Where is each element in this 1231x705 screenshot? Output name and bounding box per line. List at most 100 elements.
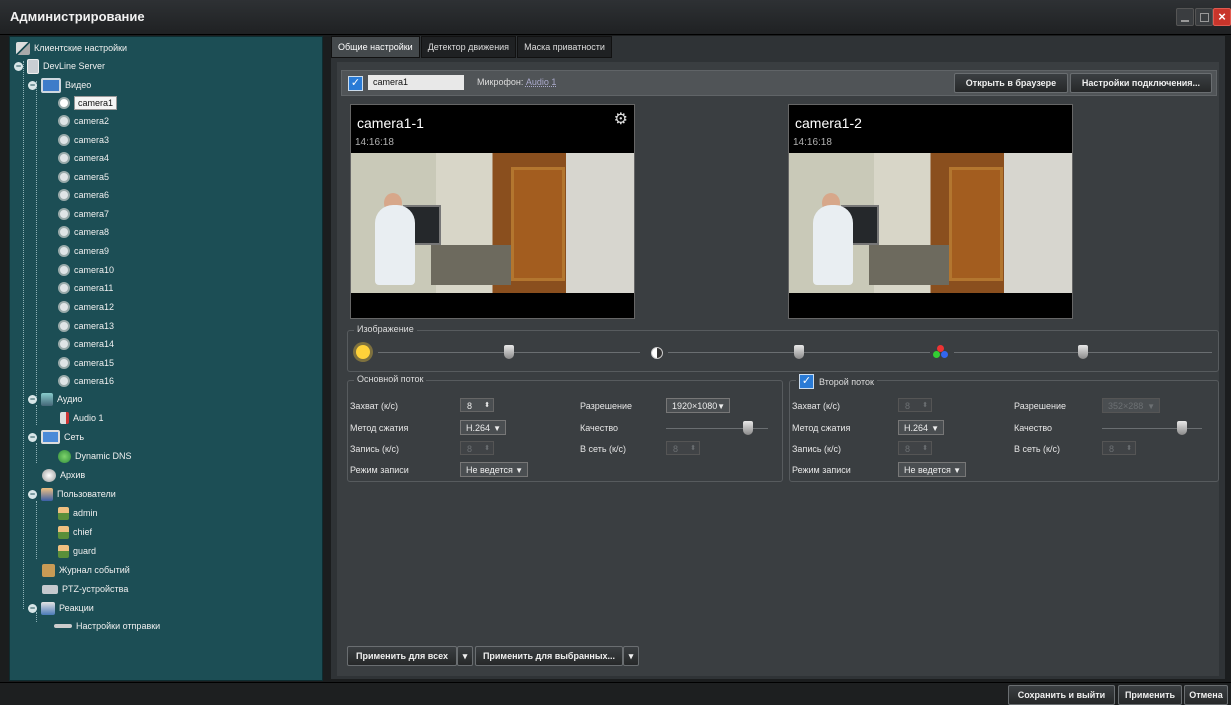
codec-dropdown[interactable]: H.264 ▼ (898, 420, 944, 435)
resolution-dropdown[interactable]: 1920×1080 ▼ (666, 398, 730, 413)
tree-item-camera11[interactable]: camera11 (58, 279, 113, 297)
tree-item-user-chief[interactable]: chief (58, 523, 92, 541)
record-mode-dropdown[interactable]: Не ведется ▼ (898, 462, 966, 477)
chevron-down-icon: ▼ (493, 424, 501, 433)
close-icon[interactable]: × (1213, 8, 1231, 26)
collapse-icon[interactable]: − (28, 432, 37, 442)
open-in-browser-button[interactable]: Открыть в браузере (954, 73, 1068, 93)
person-shape (813, 205, 853, 285)
tree-item-camera15[interactable]: camera15 (58, 354, 114, 372)
tree-item-server[interactable]: − DevLine Server (14, 57, 105, 75)
camera-name-field[interactable]: camera1 (368, 75, 464, 90)
brightness-icon (356, 345, 370, 359)
record-mode-dropdown[interactable]: Не ведется ▼ (460, 462, 528, 477)
second-stream-checkbox[interactable]: ✓ (799, 374, 814, 389)
apply-selected-menu-icon[interactable]: ▾ (623, 646, 639, 666)
tree-item-user-admin[interactable]: admin (58, 504, 98, 522)
image-group: Изображение (347, 324, 1219, 372)
collapse-icon[interactable]: − (28, 394, 37, 404)
apply-button[interactable]: Применить (1118, 685, 1182, 705)
maximize-icon[interactable] (1195, 8, 1213, 26)
tree-item-camera10[interactable]: camera10 (58, 261, 114, 279)
video-preview-second[interactable]: camera1-2 14:16:18 (788, 104, 1073, 319)
tree-label: guard (73, 546, 97, 556)
net-fps-value: 8 (1109, 444, 1115, 454)
apply-all-menu-icon[interactable]: ▾ (457, 646, 473, 666)
tab-privacy-mask[interactable]: Маска приватности (517, 36, 612, 58)
resolution-label: Разрешение (580, 401, 632, 411)
tab-motion-detector[interactable]: Детектор движения (420, 36, 517, 58)
capture-spinbox[interactable]: 8 ⬍ (898, 398, 932, 412)
mic-label-text: Микрофон: (477, 77, 524, 87)
tree-item-users[interactable]: − Пользователи (28, 485, 116, 503)
capture-value: 8 (905, 401, 911, 411)
apply-all-button[interactable]: Применить для всех (347, 646, 457, 666)
tree-item-camera14[interactable]: camera14 (58, 335, 114, 353)
spin-arrows-icon[interactable]: ⬍ (922, 399, 928, 413)
spin-arrows-icon[interactable]: ⬍ (484, 442, 490, 456)
camera-header-row: ✓ camera1 Микрофон: Audio 1 Открыть в бр… (341, 70, 1217, 96)
tab-general[interactable]: Общие настройки (331, 36, 420, 58)
quality-slider[interactable] (742, 421, 753, 435)
connection-settings-button[interactable]: Настройки подключения... (1070, 73, 1212, 93)
camera-enabled-checkbox[interactable]: ✓ (348, 76, 363, 91)
tree-item-event-log[interactable]: Журнал событий (42, 561, 130, 579)
record-fps-value: 8 (467, 444, 473, 454)
codec-label: Метод сжатия (350, 423, 409, 433)
tree-item-camera8[interactable]: camera8 (58, 223, 109, 241)
cancel-button[interactable]: Отмена (1184, 685, 1228, 705)
tree-item-archive[interactable]: Архив (42, 466, 85, 484)
capture-spinbox[interactable]: 8 ⬍ (460, 398, 494, 412)
tree-item-send-settings[interactable]: Настройки отправки (54, 617, 160, 635)
tree-item-audio[interactable]: − Аудио (28, 390, 82, 408)
brightness-slider[interactable] (504, 345, 514, 359)
tree-item-camera6[interactable]: camera6 (58, 186, 109, 204)
collapse-icon[interactable]: − (28, 489, 37, 499)
spin-arrows-icon[interactable]: ⬍ (922, 442, 928, 456)
codec-dropdown[interactable]: H.264 ▼ (460, 420, 506, 435)
quality-slider[interactable] (1177, 421, 1187, 435)
spin-arrows-icon[interactable]: ⬍ (690, 442, 696, 456)
saturation-slider[interactable] (1078, 345, 1088, 359)
tree-item-client-settings[interactable]: Клиентские настройки (16, 39, 127, 57)
tree-item-camera2[interactable]: camera2 (58, 112, 109, 130)
tree-item-camera5[interactable]: camera5 (58, 168, 109, 186)
collapse-icon[interactable]: − (28, 80, 37, 90)
tree-item-reactions[interactable]: − Реакции (28, 599, 94, 617)
tree-item-camera13[interactable]: camera13 (58, 317, 114, 335)
quality-track (666, 428, 768, 429)
collapse-icon[interactable]: − (28, 603, 37, 613)
tree-item-camera9[interactable]: camera9 (58, 242, 109, 260)
contrast-slider[interactable] (794, 345, 804, 359)
tree-item-camera7[interactable]: camera7 (58, 205, 109, 223)
tree-item-video[interactable]: − Видео (28, 76, 91, 94)
video-preview-main[interactable]: camera1-1 14:16:18 ⚙ (350, 104, 635, 319)
tree-item-camera1[interactable]: camera1 (58, 94, 118, 112)
capture-value: 8 (467, 401, 473, 411)
save-and-exit-button[interactable]: Сохранить и выйти (1008, 685, 1115, 705)
gear-icon[interactable]: ⚙ (614, 109, 628, 129)
tree-item-camera16[interactable]: camera16 (58, 372, 114, 390)
microphone-link[interactable]: Audio 1 (526, 77, 557, 87)
tree-item-ptz[interactable]: PTZ-устройства (42, 580, 128, 598)
apply-selected-button[interactable]: Применить для выбранных... (475, 646, 623, 666)
tree-item-audio1[interactable]: Audio 1 (60, 409, 104, 427)
second-stream-legend: ✓ Второй поток (796, 374, 877, 389)
net-fps-spinbox[interactable]: 8 ⬍ (666, 441, 700, 455)
spin-arrows-icon[interactable]: ⬍ (484, 399, 490, 413)
tree-item-camera12[interactable]: camera12 (58, 298, 114, 316)
minimize-icon[interactable] (1176, 8, 1194, 26)
tree-item-network[interactable]: − Сеть (28, 428, 84, 446)
record-fps-spinbox[interactable]: 8 ⬍ (460, 441, 494, 455)
record-fps-spinbox[interactable]: 8 ⬍ (898, 441, 932, 455)
reactions-icon (41, 601, 55, 615)
tree-item-dyndns[interactable]: Dynamic DNS (58, 447, 132, 465)
collapse-icon[interactable]: − (14, 61, 23, 71)
net-fps-spinbox[interactable]: 8 ⬍ (1102, 441, 1136, 455)
tree-item-camera3[interactable]: camera3 (58, 131, 109, 149)
tree-item-camera4[interactable]: camera4 (58, 149, 109, 167)
spin-arrows-icon[interactable]: ⬍ (1126, 442, 1132, 456)
contrast-icon (651, 347, 663, 359)
tree-item-user-guard[interactable]: guard (58, 542, 96, 560)
resolution-dropdown[interactable]: 352×288 ▼ (1102, 398, 1160, 413)
